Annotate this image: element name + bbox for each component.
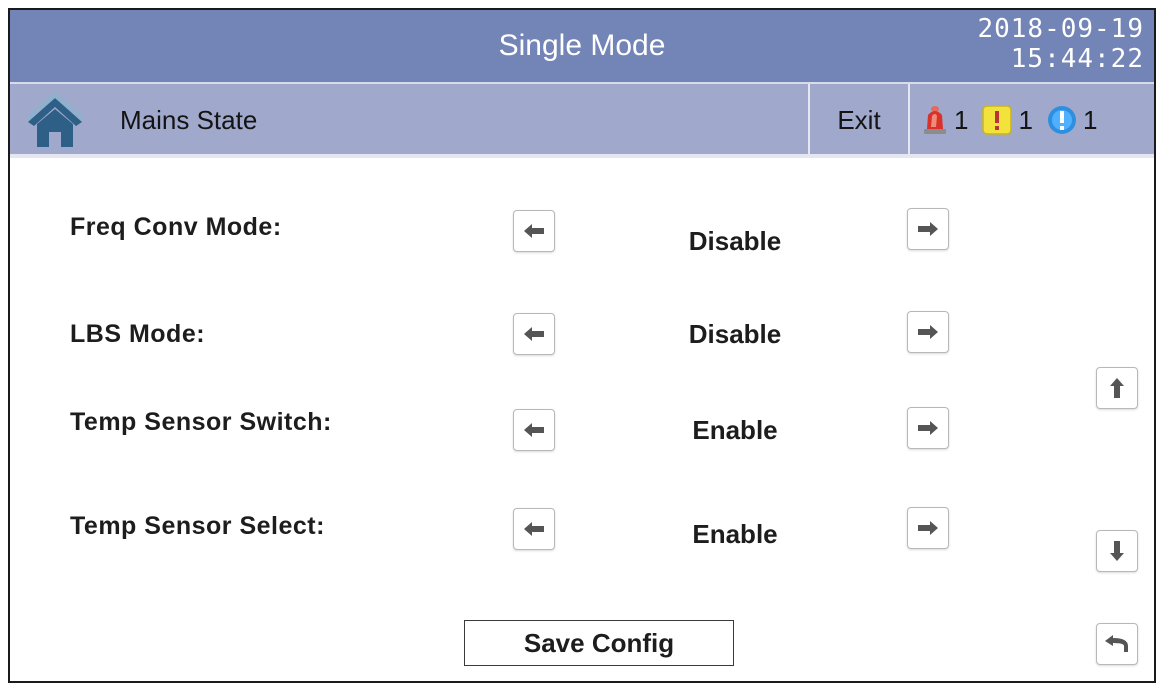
arrow-left-icon [524,423,544,437]
freq-conv-mode-label: Freq Conv Mode: [70,213,282,241]
return-arrow-icon [1105,635,1128,652]
freq-conv-mode-next-button[interactable] [907,208,949,250]
title-bar: Single Mode 2018-09-19 15:44:22 [10,10,1154,82]
page-name: Mains State [120,105,258,135]
temp-sensor-select-prev-button[interactable] [513,508,555,550]
header-separator [10,154,1154,158]
arrow-right-icon [918,521,938,535]
clock: 2018-09-19 15:44:22 [977,14,1144,74]
arrow-right-icon [918,222,938,236]
warning-exclamation-icon [982,105,1013,135]
arrow-left-icon [524,327,544,341]
temp-sensor-switch-value: Enable [692,415,778,445]
lbs-mode-value: Disable [688,319,782,349]
arrow-right-icon [918,421,938,435]
temp-sensor-switch-label: Temp Sensor Switch: [70,408,332,436]
siren-alarm-icon [924,106,946,134]
sub-header: Mains State Exit 1 1 1 [10,82,1154,156]
arrow-up-icon [1110,378,1124,398]
arrow-down-icon [1110,541,1124,561]
home-icon[interactable] [26,92,84,148]
date-display: 2018-09-19 [977,14,1144,44]
info-alarm[interactable]: 1 [1047,105,1097,136]
freq-conv-mode-value: Disable [688,226,782,256]
save-config-button[interactable]: Save Config [464,620,734,666]
temp-sensor-select-value: Enable [692,519,778,549]
screen-frame: Single Mode 2018-09-19 15:44:22 Mains St… [8,8,1156,683]
lbs-mode-next-button[interactable] [907,311,949,353]
warning-alarm-count: 1 [1018,104,1033,135]
temp-sensor-select-label: Temp Sensor Select: [70,512,325,540]
critical-alarm[interactable]: 1 [922,105,968,136]
temp-sensor-switch-next-button[interactable] [907,407,949,449]
info-exclamation-icon [1047,106,1076,134]
temp-sensor-select-next-button[interactable] [907,507,949,549]
arrow-left-icon [524,224,544,238]
divider [908,84,910,156]
info-alarm-count: 1 [1082,104,1098,135]
warning-alarm[interactable]: 1 [982,104,1033,136]
critical-alarm-count: 1 [954,104,969,135]
scroll-down-button[interactable] [1096,530,1138,572]
temp-sensor-switch-prev-button[interactable] [513,409,555,451]
arrow-left-icon [524,522,544,536]
alarm-indicators: 1 1 1 [922,84,1111,156]
exit-button[interactable]: Exit [810,84,908,156]
scroll-up-button[interactable] [1096,367,1138,409]
lbs-mode-prev-button[interactable] [513,313,555,355]
freq-conv-mode-prev-button[interactable] [513,210,555,252]
lbs-mode-label: LBS Mode: [70,320,206,348]
back-button[interactable] [1096,623,1138,665]
time-display: 15:44:22 [1010,44,1144,74]
arrow-right-icon [918,325,938,339]
